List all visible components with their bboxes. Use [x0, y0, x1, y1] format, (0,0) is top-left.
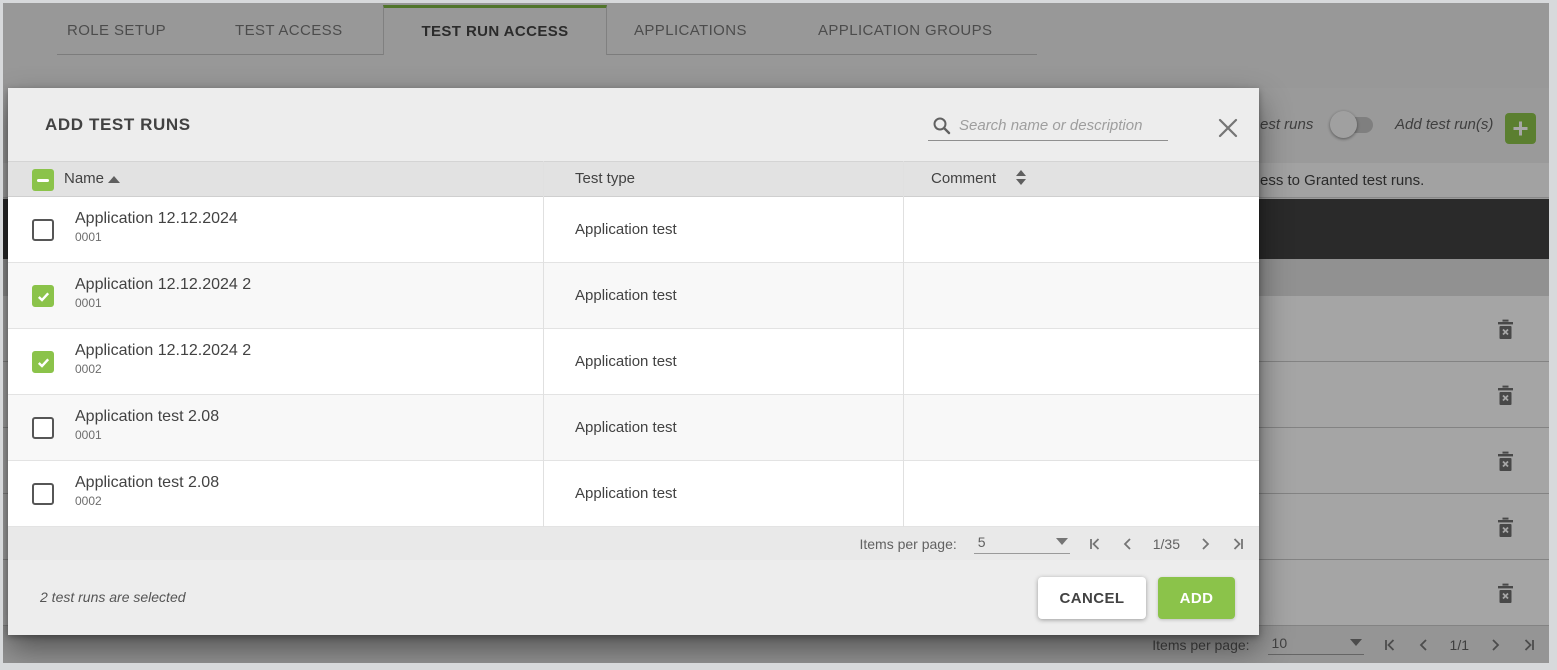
- dialog-title: ADD TEST RUNS: [45, 88, 191, 161]
- first-page-icon[interactable]: [1087, 536, 1103, 552]
- name-cell: Application test 2.08 0001: [75, 408, 219, 442]
- items-per-page-label: Items per page:: [859, 536, 956, 552]
- table-row[interactable]: Application test 2.08 0002 Application t…: [8, 461, 1259, 527]
- check-icon: [36, 355, 51, 370]
- check-icon: [36, 289, 51, 304]
- screen: ROLE SETUP TEST ACCESS TEST RUN ACCESS A…: [0, 0, 1557, 670]
- name-cell: Application 12.12.2024 2 0001: [75, 276, 251, 310]
- test-run-name: Application 12.12.2024 2: [75, 342, 251, 360]
- test-run-name: Application test 2.08: [75, 474, 219, 492]
- sort-asc-icon[interactable]: [108, 176, 120, 183]
- test-run-code: 0001: [75, 230, 238, 244]
- test-run-code: 0002: [75, 494, 219, 508]
- row-checkbox[interactable]: [32, 219, 54, 241]
- close-icon: [1217, 117, 1239, 139]
- row-checkbox[interactable]: [32, 351, 54, 373]
- name-cell: Application 12.12.2024 0001: [75, 210, 238, 244]
- table-row[interactable]: Application 12.12.2024 2 0001 Applicatio…: [8, 263, 1259, 329]
- cancel-button[interactable]: CANCEL: [1038, 577, 1146, 619]
- add-button[interactable]: ADD: [1158, 577, 1235, 619]
- last-page-icon[interactable]: [1230, 536, 1246, 552]
- column-divider: [903, 161, 904, 527]
- test-run-code: 0001: [75, 428, 219, 442]
- sort-both-icon[interactable]: [1016, 170, 1026, 185]
- page-indicator: 1/35: [1153, 536, 1180, 552]
- test-type-cell: Application test: [575, 263, 677, 328]
- search-icon: [932, 116, 951, 135]
- indeterminate-icon: [37, 179, 49, 182]
- caret-down-icon: [1056, 538, 1068, 545]
- items-per-page-value: 5: [978, 534, 986, 550]
- test-type-cell: Application test: [575, 197, 677, 262]
- column-header-test-type[interactable]: Test type: [575, 162, 635, 196]
- table-row[interactable]: Application test 2.08 0001 Application t…: [8, 395, 1259, 461]
- select-all-checkbox[interactable]: [32, 169, 54, 191]
- name-cell: Application test 2.08 0002: [75, 474, 219, 508]
- test-run-name: Application 12.12.2024 2: [75, 276, 251, 294]
- prev-page-icon[interactable]: [1120, 536, 1136, 552]
- name-cell: Application 12.12.2024 2 0002: [75, 342, 251, 376]
- test-run-code: 0002: [75, 362, 251, 376]
- dialog-footer: 2 test runs are selected CANCEL ADD: [8, 560, 1259, 635]
- row-checkbox[interactable]: [32, 417, 54, 439]
- test-run-name: Application 12.12.2024: [75, 210, 238, 228]
- test-run-name: Application test 2.08: [75, 408, 219, 426]
- row-checkbox[interactable]: [32, 483, 54, 505]
- close-button[interactable]: [1214, 114, 1242, 142]
- table-row[interactable]: Application 12.12.2024 0001 Application …: [8, 197, 1259, 263]
- column-divider: [543, 161, 544, 527]
- table-row[interactable]: Application 12.12.2024 2 0002 Applicatio…: [8, 329, 1259, 395]
- test-type-cell: Application test: [575, 329, 677, 394]
- items-per-page-select[interactable]: 5: [974, 534, 1070, 554]
- search-field: [928, 110, 1168, 141]
- column-header-name[interactable]: Name: [64, 162, 104, 196]
- next-page-icon[interactable]: [1197, 536, 1213, 552]
- selection-count-text: 2 test runs are selected: [40, 560, 186, 635]
- test-type-cell: Application test: [575, 461, 677, 526]
- column-header-comment[interactable]: Comment: [931, 162, 996, 196]
- row-checkbox[interactable]: [32, 285, 54, 307]
- dialog-pagination: Items per page: 5 1/35: [8, 527, 1259, 560]
- dialog-header: ADD TEST RUNS: [8, 88, 1259, 161]
- test-type-cell: Application test: [575, 395, 677, 460]
- test-run-table-body: Application 12.12.2024 0001 Application …: [8, 197, 1259, 527]
- table-header: Name Test type Comment: [8, 161, 1259, 197]
- add-test-runs-dialog: ADD TEST RUNS Name Test type Commen: [8, 88, 1259, 635]
- test-run-code: 0001: [75, 296, 251, 310]
- search-input[interactable]: [959, 117, 1154, 134]
